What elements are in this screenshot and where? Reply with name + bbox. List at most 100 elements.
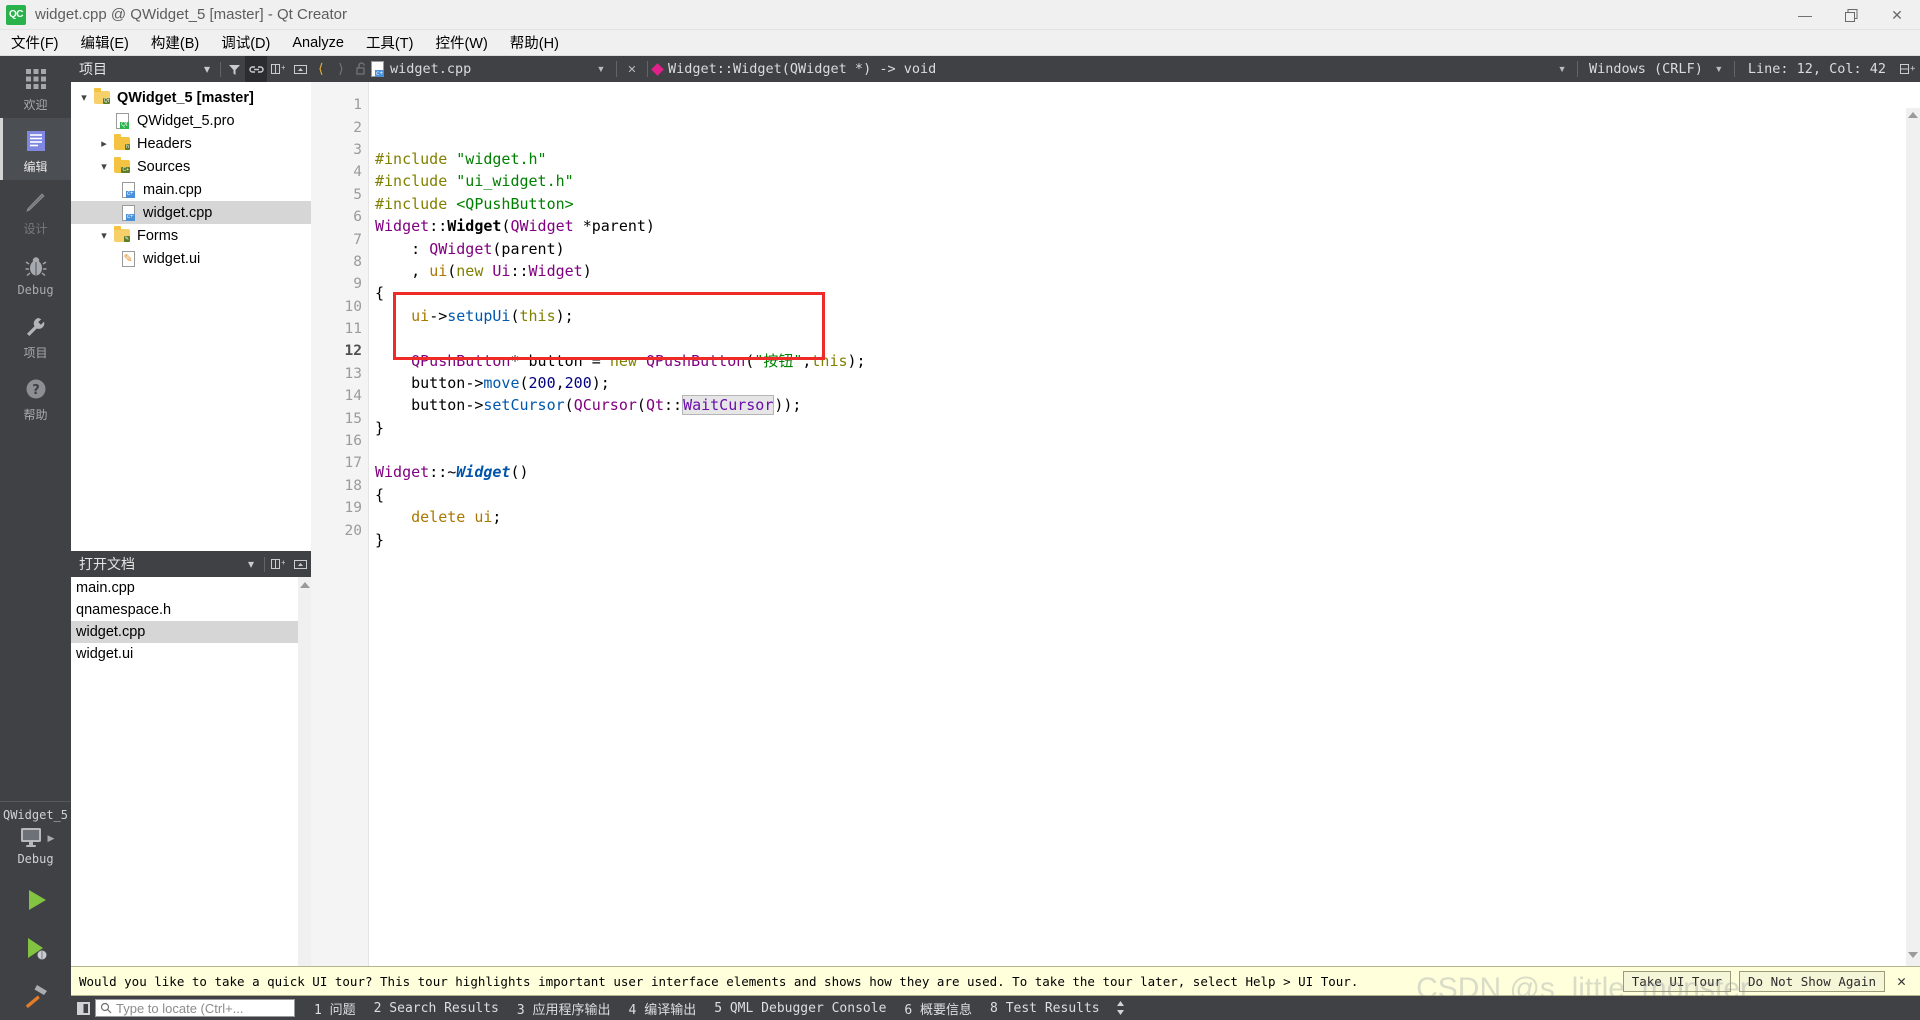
code-text[interactable]: #include "widget.h" #include "ui_widget.h…: [369, 82, 1920, 966]
output-pane-search-results[interactable]: 2 Search Results: [365, 1001, 508, 1016]
wrench-icon: [23, 314, 49, 340]
tree-item-project[interactable]: ▾ Qt QWidget_5 [master]: [71, 86, 311, 109]
chevron-left-icon[interactable]: ⟨: [311, 56, 331, 82]
svg-text:+: +: [1910, 64, 1915, 74]
code-editor[interactable]: 1 2 3 4 5 6 7 8 9 10 11 12 13 14 15 16 1…: [311, 82, 1920, 966]
code-token: Qt: [645, 396, 664, 415]
split-icon[interactable]: +: [267, 56, 289, 82]
menu-help[interactable]: 帮助(H): [499, 29, 570, 56]
output-pane-compile-output[interactable]: 4 编译输出: [620, 999, 706, 1018]
list-item[interactable]: qnamespace.h: [71, 599, 311, 621]
tree-item-pro-file[interactable]: Qt QWidget_5.pro: [71, 109, 311, 132]
tree-item-widget-ui[interactable]: widget.ui: [71, 247, 311, 270]
chevron-down-icon[interactable]: ▾: [240, 551, 262, 577]
split-editor-icon[interactable]: +: [1894, 56, 1920, 82]
chevron-down-icon[interactable]: ▾: [95, 229, 113, 242]
list-item[interactable]: main.cpp: [71, 577, 311, 599]
scroll-up-icon[interactable]: [1908, 112, 1918, 118]
toggle-sidebar-icon[interactable]: [71, 996, 95, 1020]
chevron-right-icon[interactable]: ⟩: [331, 56, 351, 82]
code-token: <QPushButton>: [456, 194, 574, 213]
sidebar-item-debug[interactable]: Debug: [0, 242, 71, 304]
symbol-selector[interactable]: Widget::Widget(QWidget *) -> void: [651, 61, 936, 77]
code-token: (): [510, 463, 529, 482]
open-documents-scrollbar[interactable]: [298, 577, 311, 966]
sidebar-item-design[interactable]: 设计: [0, 180, 71, 242]
cpp-file-icon: c+: [119, 181, 137, 198]
output-pane-test-results[interactable]: 8 Test Results: [981, 1001, 1109, 1016]
tree-item-label: Sources: [137, 158, 191, 175]
document-label: qnamespace.h: [76, 602, 172, 618]
menu-edit[interactable]: 编辑(E): [70, 29, 140, 56]
link-icon[interactable]: [245, 56, 267, 82]
search-input[interactable]: Type to locate (Ctrl+...: [95, 999, 295, 1017]
code-token: WaitCursor: [682, 395, 775, 416]
list-item[interactable]: widget.cpp: [71, 621, 311, 643]
close-panel-icon[interactable]: [289, 551, 311, 577]
menu-tools[interactable]: 工具(T): [355, 29, 425, 56]
kit-selector[interactable]: QWidget_5 ▶ Debug: [0, 801, 71, 876]
chevron-down-icon[interactable]: ▾: [1552, 56, 1572, 82]
chevron-down-icon[interactable]: ▾: [1709, 56, 1729, 82]
tree-item-main-cpp[interactable]: c+ main.cpp: [71, 178, 311, 201]
chevron-right-icon[interactable]: ▸: [95, 137, 113, 150]
line-ending-selector[interactable]: Windows (CRLF): [1583, 61, 1709, 77]
up-down-arrows-icon[interactable]: [1115, 1000, 1126, 1016]
chevron-down-icon[interactable]: ▾: [591, 56, 611, 82]
run-button[interactable]: [0, 876, 71, 924]
sidebar-item-edit[interactable]: 编辑: [0, 118, 71, 180]
grid-icon: [23, 66, 49, 92]
sidebar-item-welcome[interactable]: 欢迎: [0, 56, 71, 118]
close-icon[interactable]: ✕: [1874, 0, 1920, 30]
do-not-show-again-button[interactable]: Do Not Show Again: [1739, 970, 1885, 992]
chevron-down-icon[interactable]: ▾: [196, 56, 218, 82]
output-pane-issues[interactable]: 1 问题: [305, 999, 365, 1018]
code-token: (: [564, 396, 574, 415]
sidebar-item-projects[interactable]: 项目: [0, 304, 71, 366]
restore-icon[interactable]: [1828, 0, 1874, 30]
search-placeholder: Type to locate (Ctrl+...: [116, 1000, 244, 1016]
output-pane-qml-debugger[interactable]: 5 QML Debugger Console: [705, 1001, 895, 1016]
menu-debug[interactable]: 调试(D): [210, 29, 281, 56]
close-icon[interactable]: ✕: [1893, 972, 1910, 990]
build-button[interactable]: [0, 972, 71, 1020]
list-item[interactable]: widget.ui: [71, 643, 311, 665]
code-token: Ui: [492, 261, 511, 280]
code-token: button: [375, 373, 466, 392]
tree-item-widget-cpp[interactable]: c+ widget.cpp: [71, 201, 311, 224]
output-pane-overview[interactable]: 6 概要信息: [895, 999, 981, 1018]
editor-file-selector[interactable]: c+ widget.cpp: [371, 61, 591, 77]
unlock-icon[interactable]: [351, 56, 371, 82]
open-documents-list[interactable]: main.cpp qnamespace.h widget.cpp widget.…: [71, 577, 311, 966]
menu-build[interactable]: 构建(B): [140, 29, 210, 56]
tree-item-sources[interactable]: ▾ C+ Sources: [71, 155, 311, 178]
scroll-up-icon[interactable]: [299, 582, 310, 588]
code-token: 200: [528, 373, 556, 392]
tree-item-headers[interactable]: ▸ h Headers: [71, 132, 311, 155]
take-ui-tour-button[interactable]: Take UI Tour: [1622, 970, 1732, 992]
debug-button[interactable]: [0, 924, 71, 972]
line-number: 17: [344, 455, 362, 472]
filter-icon[interactable]: [223, 56, 245, 82]
close-icon[interactable]: ✕: [622, 56, 642, 82]
editor-scrollbar[interactable]: [1906, 108, 1920, 966]
sidebar-item-label: 欢迎: [23, 97, 48, 112]
minimize-icon[interactable]: —: [1782, 0, 1828, 30]
code-line: delete ui;: [375, 506, 1920, 528]
menu-window[interactable]: 控件(W): [424, 29, 498, 56]
split-icon[interactable]: +: [267, 551, 289, 577]
close-panel-icon[interactable]: [289, 56, 311, 82]
pencil-icon: [23, 190, 49, 216]
menu-analyze[interactable]: Analyze: [281, 32, 355, 54]
tree-item-forms[interactable]: ▾ ✎ Forms: [71, 224, 311, 247]
scroll-down-icon[interactable]: [1908, 952, 1918, 958]
output-pane-app-output[interactable]: 3 应用程序输出: [508, 999, 620, 1018]
code-token: #include: [375, 194, 457, 213]
chevron-down-icon[interactable]: ▾: [95, 160, 113, 173]
chevron-down-icon[interactable]: ▾: [75, 91, 93, 104]
line-number: 2: [353, 119, 362, 136]
menu-file[interactable]: 文件(F): [0, 29, 70, 56]
sidebar-item-help[interactable]: ? 帮助: [0, 366, 71, 428]
